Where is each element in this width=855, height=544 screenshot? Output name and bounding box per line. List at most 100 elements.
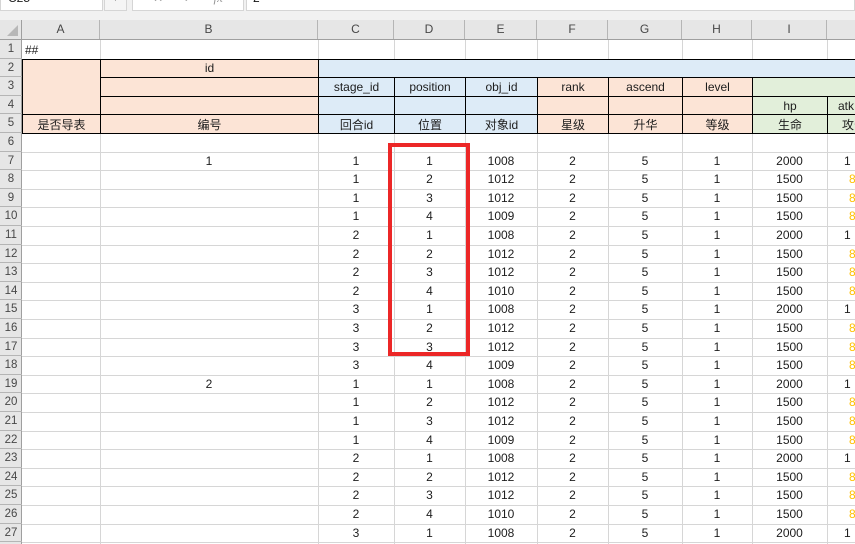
cell-C13[interactable]: 2 [318,263,394,282]
row-header-4[interactable]: 4 [0,96,22,115]
cell-C7[interactable]: 1 [318,152,394,171]
cell-H24[interactable]: 1 [682,468,752,487]
row-header-20[interactable]: 20 [0,393,22,412]
cell-C9[interactable]: 1 [318,189,394,208]
cell-H18[interactable]: 1 [682,356,752,375]
cell-C19[interactable]: 1 [318,375,394,394]
cell-F14[interactable]: 2 [537,282,608,301]
column-header-C[interactable]: C [318,20,394,39]
cell-I15[interactable]: 2000 [752,300,827,319]
cell-E19[interactable]: 1008 [465,375,537,394]
cell-D19[interactable]: 1 [394,375,465,394]
cell-E25[interactable]: 1012 [465,486,537,505]
header-cell-B3[interactable] [100,77,319,97]
cell-H10[interactable]: 1 [682,207,752,226]
cell-E23[interactable]: 1008 [465,449,537,468]
cell-H19[interactable]: 1 [682,375,752,394]
row-header-22[interactable]: 22 [0,431,22,450]
cell-C16[interactable]: 3 [318,319,394,338]
cell-E26[interactable]: 1010 [465,505,537,524]
column-header-B[interactable]: B [100,20,318,39]
header-cell-I4[interactable]: hp [752,96,828,116]
cell-J22[interactable]: 8 [827,431,855,450]
cell-C15[interactable]: 3 [318,300,394,319]
cell-E21[interactable]: 1012 [465,412,537,431]
cell-E22[interactable]: 1009 [465,431,537,450]
cell-J25[interactable]: 8 [827,486,855,505]
row-header-1[interactable]: 1 [0,40,22,59]
select-all-corner[interactable] [0,20,22,40]
row-header-9[interactable]: 9 [0,189,22,208]
cell-E15[interactable]: 1008 [465,300,537,319]
cell-J9[interactable]: 8 [827,189,855,208]
header-cell-G3[interactable]: ascend [608,77,683,97]
cell-D22[interactable]: 4 [394,431,465,450]
cell-I27[interactable]: 2000 [752,524,827,543]
column-header-A[interactable]: A [22,20,100,39]
column-header-D[interactable]: D [394,20,465,39]
cell-F7[interactable]: 2 [537,152,608,171]
header-cell-E5[interactable]: 对象id [465,114,538,134]
cell-E14[interactable]: 1010 [465,282,537,301]
cell-G13[interactable]: 5 [608,263,682,282]
cell-H14[interactable]: 1 [682,282,752,301]
cell-H13[interactable]: 1 [682,263,752,282]
name-box-dropdown[interactable]: ▼ [104,0,127,11]
cell-F23[interactable]: 2 [537,449,608,468]
cell-I26[interactable]: 1500 [752,505,827,524]
cell-G9[interactable]: 5 [608,189,682,208]
header-cell-D3[interactable]: position [394,77,466,97]
row-header-5[interactable]: 5 [0,114,22,133]
cell-J26[interactable]: 8 [827,505,855,524]
cell-E18[interactable]: 1009 [465,356,537,375]
cell-J18[interactable]: 8 [827,356,855,375]
cell-I20[interactable]: 1500 [752,393,827,412]
cell-H16[interactable]: 1 [682,319,752,338]
header-cell-C4[interactable] [318,96,395,116]
cell-J19[interactable]: 1 [827,375,855,394]
cell-J16[interactable]: 8 [827,319,855,338]
cell-G15[interactable]: 5 [608,300,682,319]
cell-D26[interactable]: 4 [394,505,465,524]
header-cell-F4[interactable] [537,96,609,116]
cell-H20[interactable]: 1 [682,393,752,412]
cell-G24[interactable]: 5 [608,468,682,487]
header-cell-F5[interactable]: 星级 [537,114,609,134]
cell-J13[interactable]: 8 [827,263,855,282]
cell-D18[interactable]: 4 [394,356,465,375]
cell-G26[interactable]: 5 [608,505,682,524]
cell-C23[interactable]: 2 [318,449,394,468]
cell-H9[interactable]: 1 [682,189,752,208]
cell-B19[interactable]: 2 [100,375,318,394]
row-header-13[interactable]: 13 [0,263,22,282]
cell-G17[interactable]: 5 [608,338,682,357]
cell-D23[interactable]: 1 [394,449,465,468]
row-header-27[interactable]: 27 [0,524,22,543]
cell-C17[interactable]: 3 [318,338,394,357]
header-cell-I3[interactable] [752,77,855,97]
cell-E12[interactable]: 1012 [465,245,537,264]
cell-C24[interactable]: 2 [318,468,394,487]
row-header-3[interactable]: 3 [0,77,22,96]
cell-I24[interactable]: 1500 [752,468,827,487]
header-cell-B5[interactable]: 编号 [100,114,319,134]
cell-F11[interactable]: 2 [537,226,608,245]
row-header-6[interactable]: 6 [0,133,22,152]
header-cell-A2[interactable] [22,59,101,116]
cell-I14[interactable]: 1500 [752,282,827,301]
cell-C11[interactable]: 2 [318,226,394,245]
cell-B7[interactable]: 1 [100,152,318,171]
cell-D27[interactable]: 1 [394,524,465,543]
cell-G16[interactable]: 5 [608,319,682,338]
header-cell-B4[interactable] [100,96,319,116]
cell-E24[interactable]: 1012 [465,468,537,487]
row-header-7[interactable]: 7 [0,152,22,171]
cell-I10[interactable]: 1500 [752,207,827,226]
header-cell-H4[interactable] [682,96,753,116]
cell-G21[interactable]: 5 [608,412,682,431]
cell-J10[interactable]: 8 [827,207,855,226]
cell-J7[interactable]: 1 [827,152,855,171]
cell-I19[interactable]: 2000 [752,375,827,394]
cell-C12[interactable]: 2 [318,245,394,264]
cell-I17[interactable]: 1500 [752,338,827,357]
